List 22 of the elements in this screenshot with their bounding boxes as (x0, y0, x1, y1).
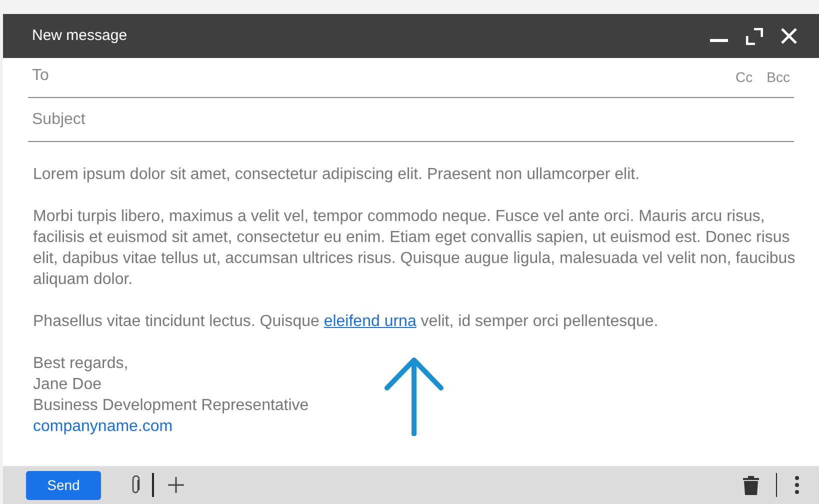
trash-icon[interactable] (742, 476, 758, 494)
signature-link[interactable]: companyname.com (33, 416, 173, 437)
body-paragraph: Lorem ipsum dolor sit amet, consectetur adipiscing elit. Praesent non ullamcorper elit. (33, 165, 641, 185)
body-paragraph: Morbi turpis libero, maximus a velit vel, tempor commodo neque. Fusce vel ante orci. Mauris arcu risus, facilisis et euismod sit amet, consectetur eu enim. Etiam eget convallis sapien, ut euismod est. Donec risus elit, dapibus vitae tellus ut, accumsan ultrices risus. Quisque augue ligula, malesuada vel velit non, faucibus aliquam dolor. (33, 207, 796, 290)
signature-line: Business Development Representative (33, 396, 310, 416)
send-button[interactable]: Send (26, 470, 101, 500)
subject-field[interactable]: Subject (28, 108, 794, 132)
expand-icon[interactable] (746, 28, 763, 44)
window-title: New message (32, 26, 128, 46)
more-icon[interactable] (795, 476, 799, 494)
inline-link[interactable]: eleifend urna (324, 313, 416, 330)
close-icon[interactable] (781, 28, 797, 44)
paperclip-icon[interactable] (131, 475, 141, 495)
plus-icon[interactable] (168, 477, 184, 493)
up-arrow-icon (383, 356, 445, 436)
body-paragraph: Phasellus vitae tincidunt lectus. Quisque eleifend urna velit, id semper orci pellentesque. (33, 312, 660, 332)
minimize-icon[interactable] (710, 39, 728, 43)
cc-link[interactable]: Cc (736, 67, 753, 88)
signature-line: Best regards, (33, 354, 130, 374)
signature-line: Jane Doe (33, 375, 102, 395)
bcc-link[interactable]: Bcc (766, 67, 790, 88)
to-field[interactable]: To (28, 64, 736, 88)
